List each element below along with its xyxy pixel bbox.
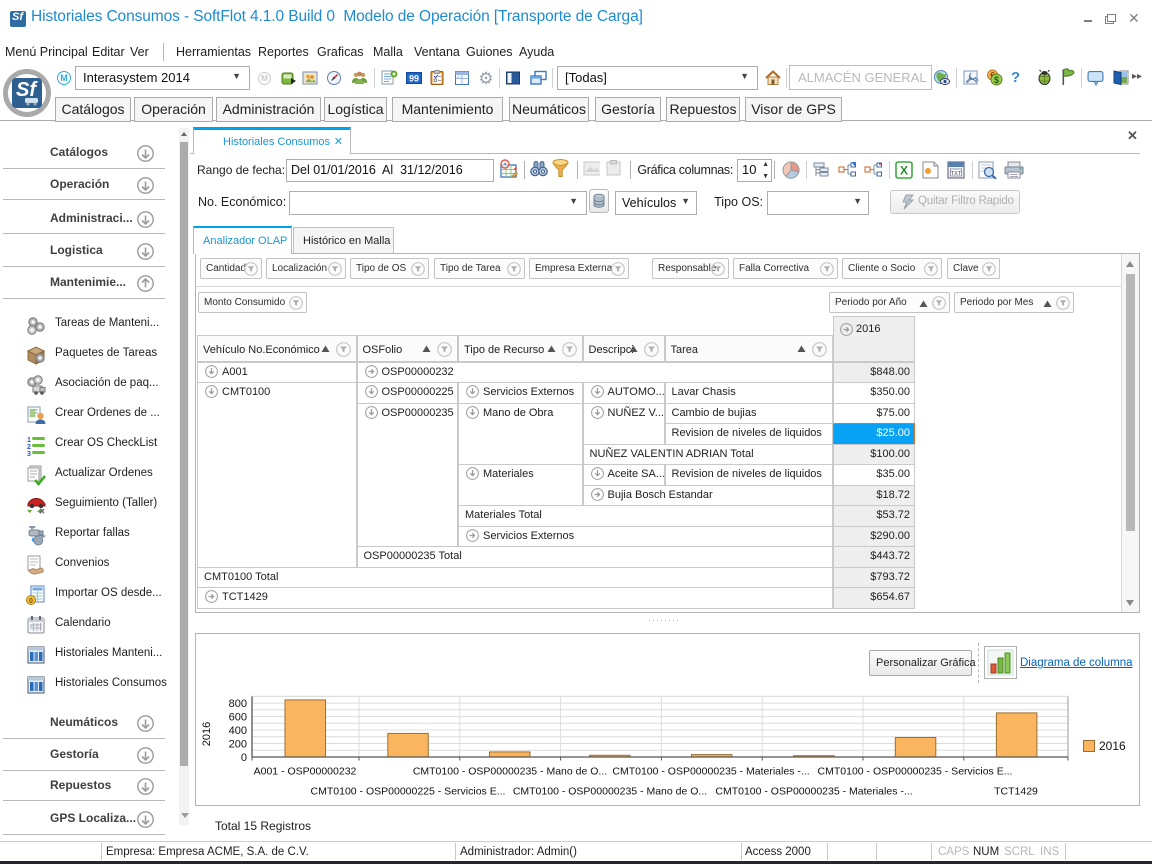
svg-text:3: 3 bbox=[27, 451, 31, 456]
svg-text:TCT1429: TCT1429 bbox=[994, 786, 1038, 798]
svg-text:1: 1 bbox=[27, 437, 31, 444]
svg-text:X: X bbox=[900, 164, 908, 178]
svg-text:2016: 2016 bbox=[1099, 739, 1126, 753]
svg-text:2016: 2016 bbox=[201, 722, 213, 746]
svg-text:400: 400 bbox=[229, 725, 247, 737]
svg-text:99: 99 bbox=[409, 74, 419, 84]
svg-text:CMT0100 - OSP00000235 - Materi: CMT0100 - OSP00000235 - Materiales -... bbox=[612, 766, 809, 778]
svg-text:CMT0100 - OSP00000235 - Servic: CMT0100 - OSP00000235 - Servicios E... bbox=[818, 766, 1013, 778]
svg-text:600: 600 bbox=[229, 712, 247, 724]
svg-text:0: 0 bbox=[241, 752, 247, 764]
svg-text:⚙: ⚙ bbox=[478, 69, 493, 87]
svg-text:200: 200 bbox=[229, 739, 247, 751]
svg-text:CMT0100 - OSP00000235 - Mano d: CMT0100 - OSP00000235 - Mano de O... bbox=[513, 786, 707, 798]
svg-text:800: 800 bbox=[229, 698, 247, 710]
svg-text:CMT0100 - OSP00000225 - Servic: CMT0100 - OSP00000225 - Servicios E... bbox=[311, 786, 506, 798]
svg-text:CMT0100 - OSP00000235 - Mano d: CMT0100 - OSP00000235 - Mano de O... bbox=[413, 766, 607, 778]
svg-text:TXT: TXT bbox=[951, 171, 962, 177]
svg-text:A001 - OSP00000232: A001 - OSP00000232 bbox=[254, 766, 357, 778]
svg-text:$: $ bbox=[994, 75, 999, 85]
svg-text:0: 0 bbox=[29, 598, 33, 605]
svg-text:2: 2 bbox=[27, 444, 31, 451]
svg-text:CMT0100 - OSP00000235 - Materi: CMT0100 - OSP00000235 - Materiales -... bbox=[715, 786, 912, 798]
